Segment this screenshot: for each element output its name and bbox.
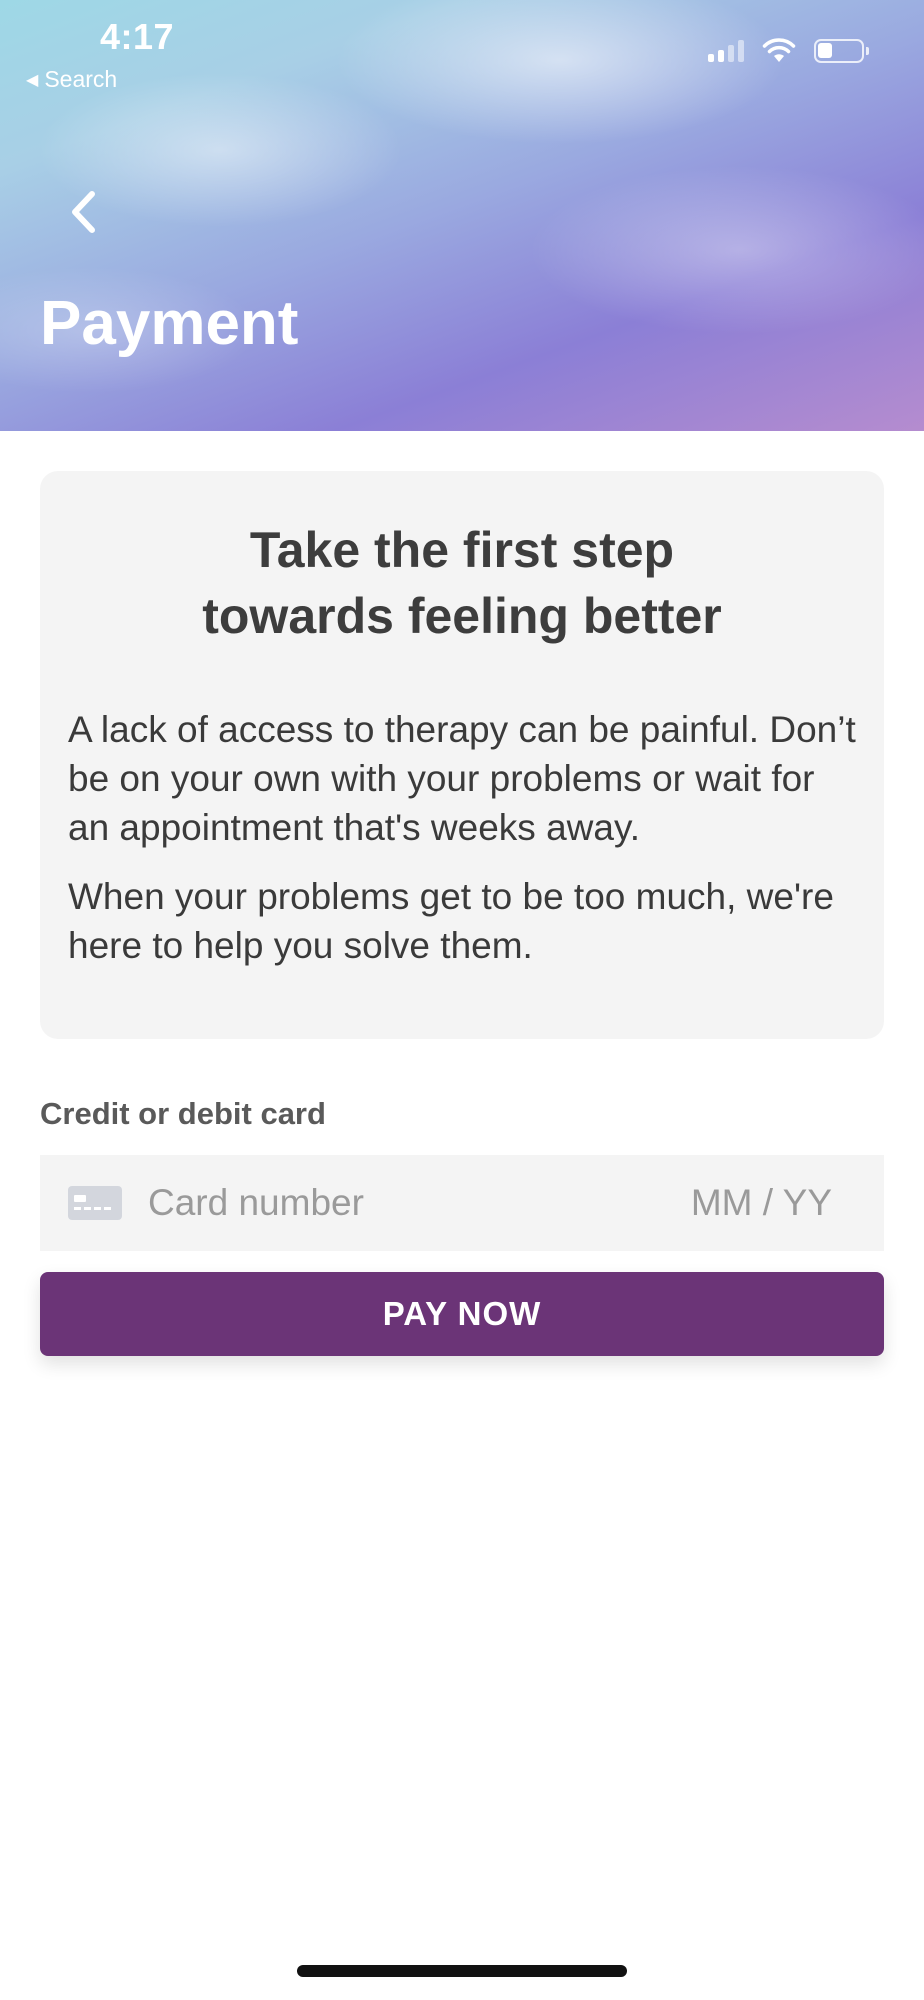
wifi-icon xyxy=(762,38,796,62)
card-input-field[interactable]: Card number MM / YY xyxy=(40,1155,884,1251)
info-headline-line-2: towards feeling better xyxy=(202,588,722,644)
status-icons xyxy=(708,38,869,64)
status-time: 4:17 xyxy=(100,16,175,57)
header-banner: 4:17 ◀ Search Payment xyxy=(0,0,924,431)
card-field-label: Credit or debit card xyxy=(40,1096,326,1131)
battery-icon xyxy=(814,39,869,63)
home-indicator[interactable] xyxy=(297,1965,627,1977)
cellular-signal-icon xyxy=(708,40,744,62)
battery-level-fill xyxy=(818,43,832,58)
back-triangle-icon: ◀ xyxy=(26,71,39,89)
credit-card-icon xyxy=(68,1186,122,1220)
pay-now-button[interactable]: PAY NOW xyxy=(40,1272,884,1356)
page-title: Payment xyxy=(40,289,299,358)
info-headline: Take the first step towards feeling bett… xyxy=(68,517,856,649)
card-expiry-input[interactable]: MM / YY xyxy=(691,1182,832,1224)
status-back-to-app[interactable]: ◀ Search xyxy=(26,66,117,93)
info-headline-line-1: Take the first step xyxy=(249,522,675,578)
chevron-left-icon xyxy=(72,191,95,233)
payment-screen: 4:17 ◀ Search Payment Take the first ste… xyxy=(0,0,924,2000)
info-paragraph-2: When your problems get to be too much, w… xyxy=(68,876,834,966)
card-number-input[interactable]: Card number xyxy=(148,1182,691,1224)
back-button[interactable] xyxy=(58,182,108,242)
info-card: Take the first step towards feeling bett… xyxy=(40,471,884,1039)
status-back-label: Search xyxy=(44,66,118,92)
info-paragraph-1: A lack of access to therapy can be painf… xyxy=(68,709,856,848)
